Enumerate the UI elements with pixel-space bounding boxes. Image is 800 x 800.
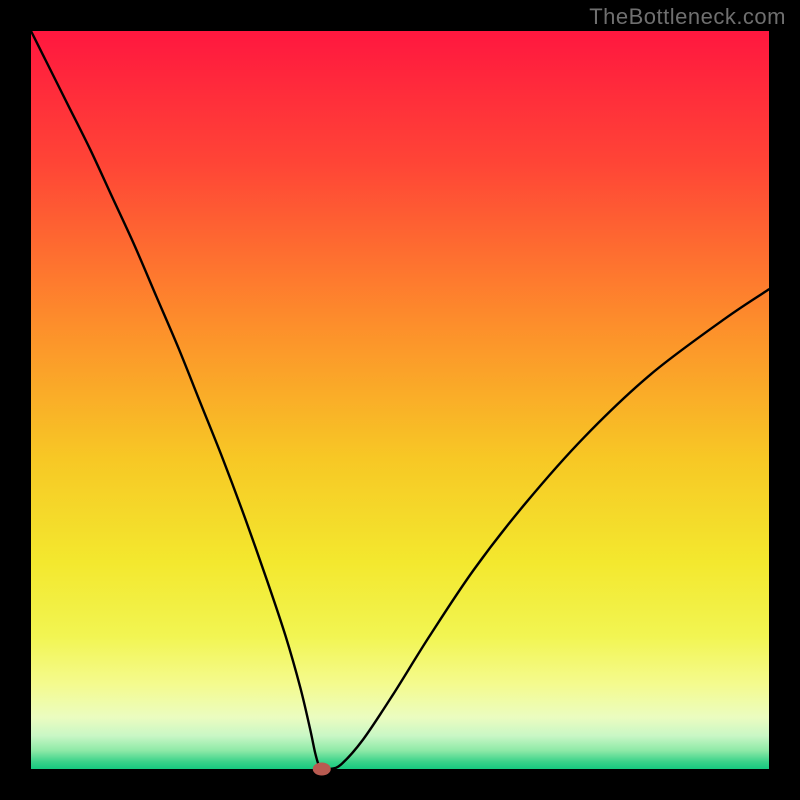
bottleneck-plot (0, 0, 800, 800)
chart-frame: TheBottleneck.com (0, 0, 800, 800)
plot-background (31, 31, 769, 769)
optimal-point-marker (313, 763, 331, 776)
watermark-text: TheBottleneck.com (589, 4, 786, 30)
